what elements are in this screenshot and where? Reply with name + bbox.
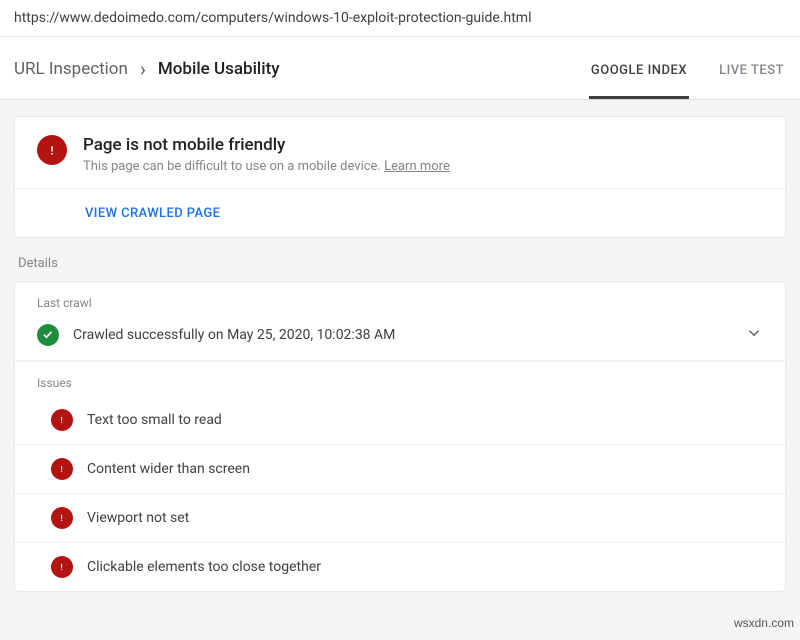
tab-google-index[interactable]: GOOGLE INDEX: [589, 41, 689, 99]
chevron-right-icon: ›: [140, 59, 146, 79]
learn-more-link[interactable]: Learn more: [384, 159, 450, 174]
chevron-down-icon[interactable]: [745, 324, 763, 346]
breadcrumb-current: Mobile Usability: [158, 59, 280, 79]
watermark: wsxdn.com: [734, 616, 794, 630]
error-icon: [51, 556, 73, 578]
issues-list: Text too small to read Content wider tha…: [15, 396, 785, 591]
content: Page is not mobile friendly This page ca…: [0, 100, 800, 626]
crawl-text: Crawled successfully on May 25, 2020, 10…: [73, 327, 731, 343]
header-row: URL Inspection › Mobile Usability GOOGLE…: [0, 37, 800, 100]
issue-row[interactable]: Content wider than screen: [15, 444, 785, 493]
status-card: Page is not mobile friendly This page ca…: [14, 116, 786, 238]
issue-text: Content wider than screen: [87, 461, 250, 477]
error-icon: [51, 507, 73, 529]
issue-text: Text too small to read: [87, 412, 222, 428]
issue-text: Viewport not set: [87, 510, 189, 526]
details-label: Details: [18, 256, 782, 271]
action-row: VIEW CRAWLED PAGE: [15, 189, 785, 237]
issue-row[interactable]: Text too small to read: [15, 396, 785, 444]
status-row: Page is not mobile friendly This page ca…: [15, 117, 785, 189]
status-title: Page is not mobile friendly: [83, 135, 450, 155]
status-text: Page is not mobile friendly This page ca…: [83, 135, 450, 174]
breadcrumb-root[interactable]: URL Inspection: [14, 59, 128, 79]
status-subtitle: This page can be difficult to use on a m…: [83, 159, 450, 174]
issues-label: Issues: [15, 362, 785, 390]
breadcrumb: URL Inspection › Mobile Usability: [14, 37, 280, 99]
check-icon: [37, 324, 59, 346]
tabs: GOOGLE INDEX LIVE TEST: [589, 41, 786, 99]
error-icon: [51, 409, 73, 431]
issues-section: Issues Text too small to read Content wi…: [15, 361, 785, 591]
error-icon: [37, 135, 67, 165]
url-bar[interactable]: https://www.dedoimedo.com/computers/wind…: [0, 0, 800, 37]
issue-text: Clickable elements too close together: [87, 559, 321, 575]
error-icon: [51, 458, 73, 480]
crawl-row[interactable]: Crawled successfully on May 25, 2020, 10…: [15, 310, 785, 361]
issue-row[interactable]: Clickable elements too close together: [15, 542, 785, 591]
view-crawled-page-button[interactable]: VIEW CRAWLED PAGE: [85, 206, 220, 221]
details-card: Last crawl Crawled successfully on May 2…: [14, 281, 786, 592]
status-subtitle-text: This page can be difficult to use on a m…: [83, 159, 384, 174]
last-crawl-label: Last crawl: [15, 282, 785, 310]
tab-live-test[interactable]: LIVE TEST: [717, 41, 786, 99]
issue-row[interactable]: Viewport not set: [15, 493, 785, 542]
